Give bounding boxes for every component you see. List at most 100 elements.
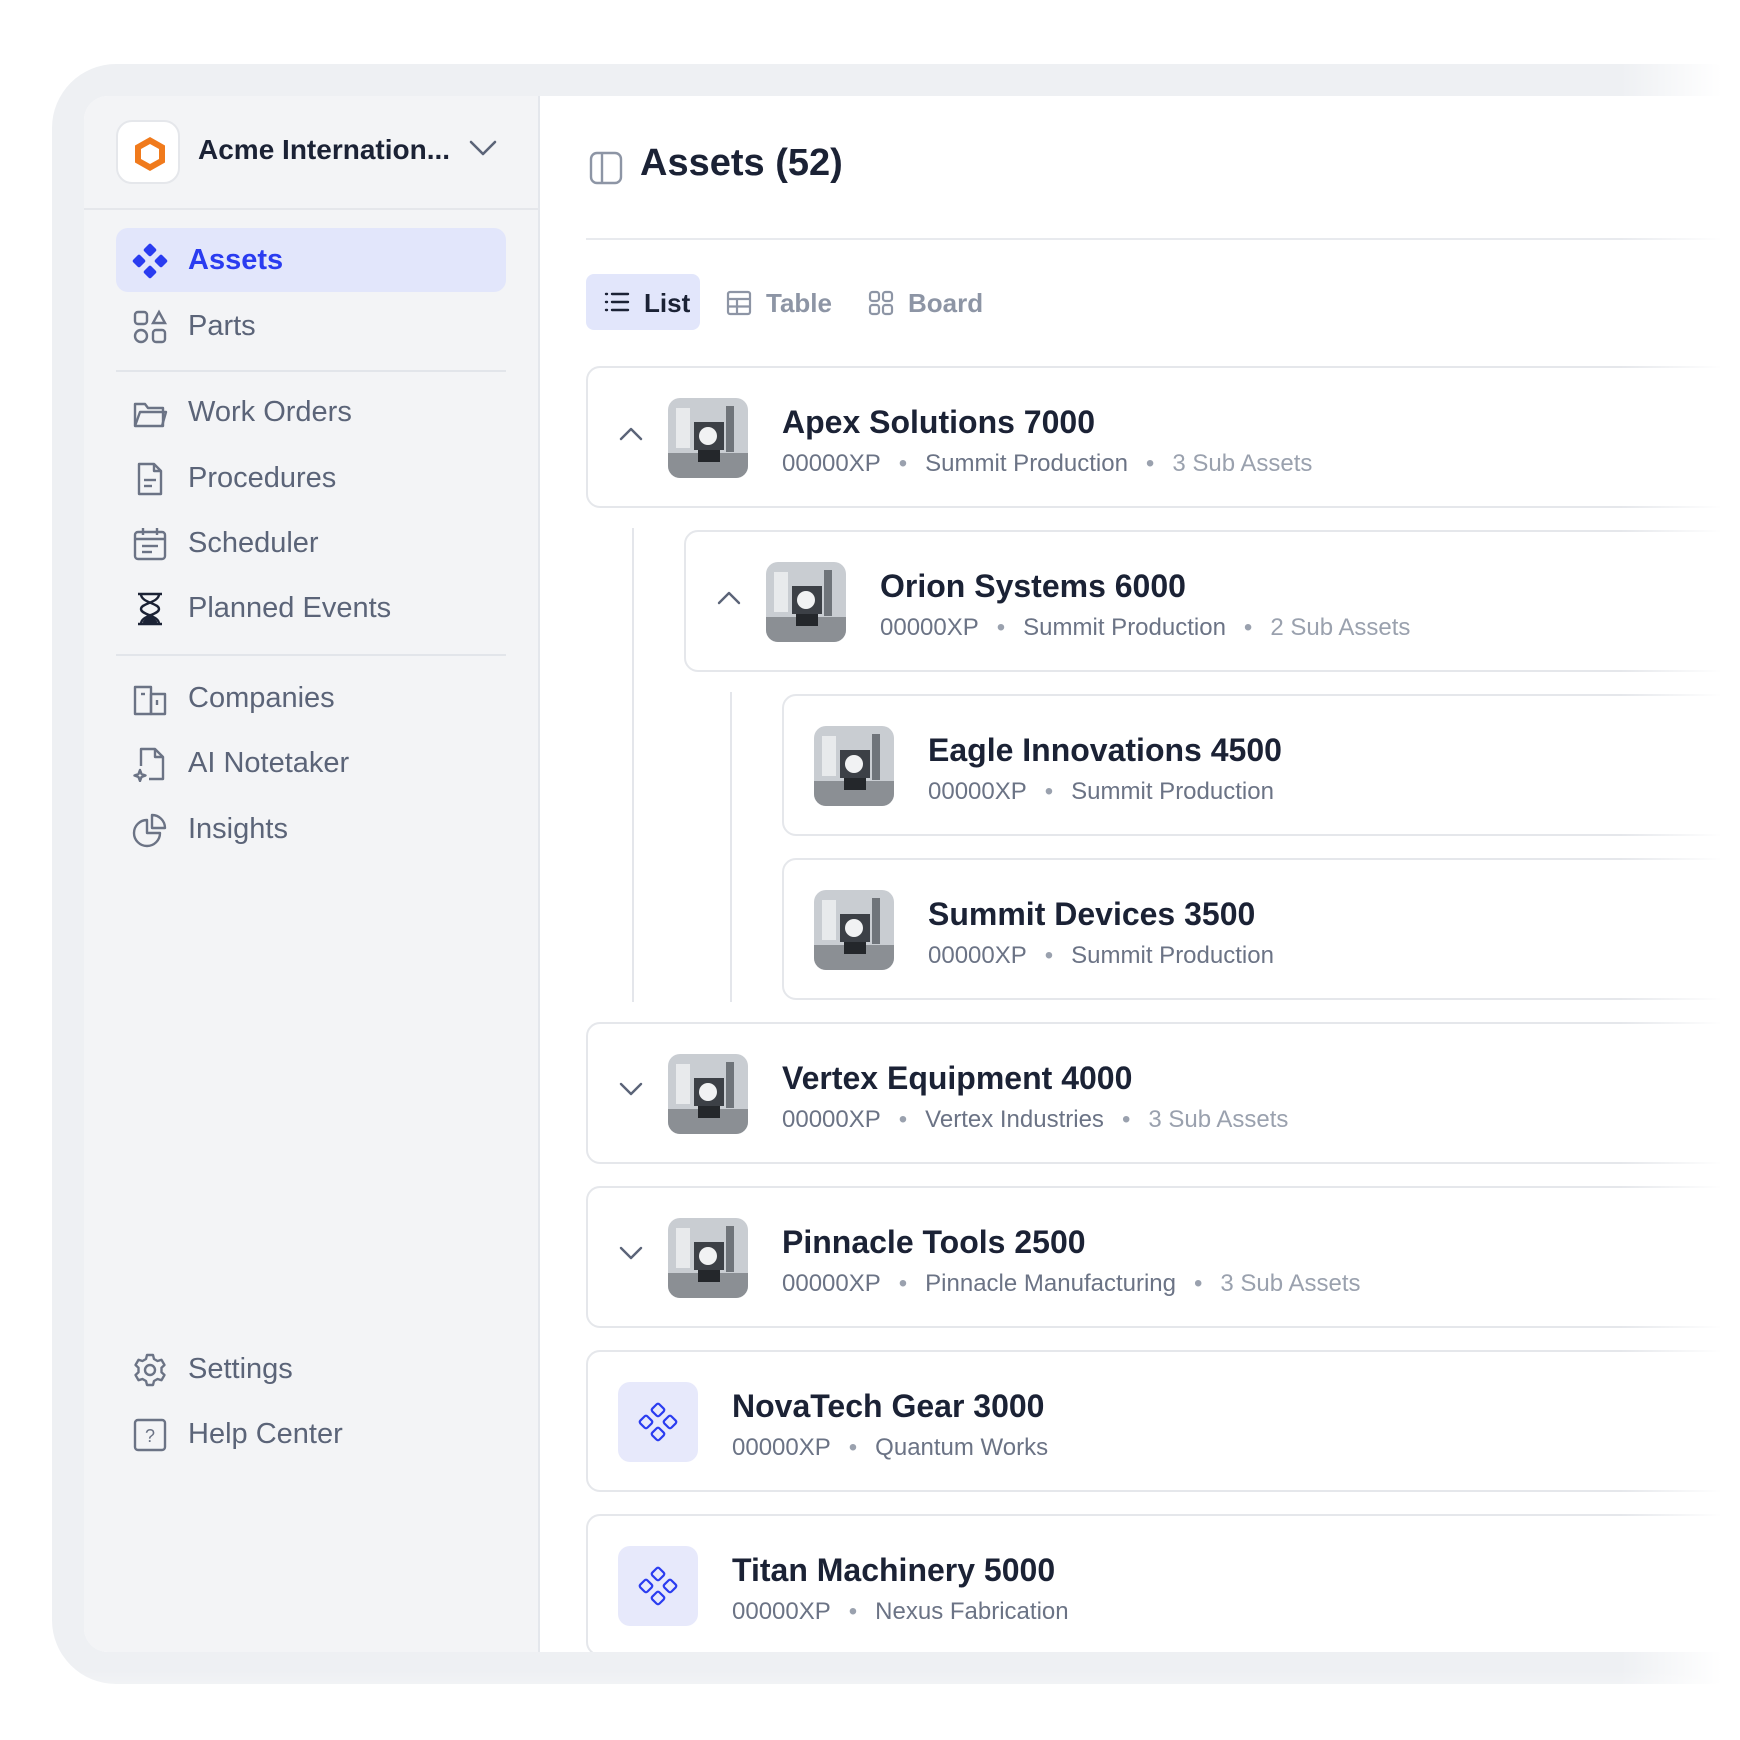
- asset-thumbnail: [766, 562, 846, 642]
- hourglass-icon: [138, 592, 162, 626]
- main-content: Assets (52) List Table Board Apex Soluti…: [540, 96, 1740, 1652]
- divider: [116, 370, 506, 372]
- asset-name[interactable]: Apex Solutions 7000: [782, 404, 1095, 441]
- separator: •: [1044, 942, 1054, 969]
- asset-row[interactable]: Eagle Innovations 4500 00000XP • Summit Pr…: [782, 694, 1740, 836]
- asset-row[interactable]: NovaTech Gear 3000 00000XP • Quantum Works: [586, 1350, 1740, 1492]
- asset-name[interactable]: Eagle Innovations 4500: [928, 732, 1282, 769]
- asset-meta: 00000XP • Quantum Works: [732, 1434, 1048, 1462]
- asset-meta: 00000XP • Summit Production: [928, 942, 1274, 970]
- board-icon: [868, 290, 894, 316]
- asset-code: 00000XP: [782, 450, 881, 477]
- asset-thumbnail: [814, 890, 894, 970]
- list-icon: [604, 292, 630, 312]
- sidebar-item-procedures[interactable]: Procedures: [116, 446, 506, 510]
- asset-row[interactable]: Summit Devices 3500 00000XP • Summit Produ…: [782, 858, 1740, 1000]
- sidebar-item-work-orders[interactable]: Work Orders: [116, 380, 506, 444]
- asset-row[interactable]: Vertex Equipment 4000 00000XP • Vertex Ind…: [586, 1022, 1740, 1164]
- asset-name[interactable]: Pinnacle Tools 2500: [782, 1224, 1086, 1261]
- separator: •: [898, 450, 908, 477]
- separator: •: [898, 1270, 908, 1297]
- gear-icon: [134, 1353, 166, 1387]
- folder-icon: [133, 402, 168, 428]
- chevron-down-icon[interactable]: [618, 1244, 644, 1262]
- separator: •: [1243, 614, 1253, 641]
- asset-name[interactable]: Orion Systems 6000: [880, 568, 1186, 605]
- sidebar-item-label: Scheduler: [188, 527, 319, 559]
- assets-icon: [638, 1402, 678, 1442]
- sidebar-item-assets[interactable]: Assets: [116, 228, 506, 292]
- asset-row[interactable]: Orion Systems 6000 00000XP • Summit Produc…: [684, 530, 1740, 672]
- sidebar-item-help-center[interactable]: ? Help Center: [116, 1402, 506, 1466]
- sidebar-item-label: Parts: [188, 310, 256, 342]
- tab-label: List: [644, 288, 691, 318]
- asset-placeholder: [618, 1546, 698, 1626]
- asset-name[interactable]: Vertex Equipment 4000: [782, 1060, 1132, 1097]
- asset-name[interactable]: Titan Machinery 5000: [732, 1552, 1055, 1589]
- sidebar-item-label: Settings: [188, 1353, 293, 1385]
- chevron-down-icon: [469, 140, 497, 156]
- asset-row[interactable]: Pinnacle Tools 2500 00000XP • Pinnacle Man…: [586, 1186, 1740, 1328]
- sidebar-item-parts[interactable]: Parts: [116, 294, 506, 358]
- sidebar-item-label: Help Center: [188, 1418, 343, 1450]
- asset-location: Summit Production: [925, 450, 1128, 477]
- asset-name[interactable]: NovaTech Gear 3000: [732, 1388, 1044, 1425]
- sidebar-item-label: Assets: [188, 244, 284, 276]
- workspace-switcher[interactable]: Acme Internation...: [84, 96, 538, 210]
- parts-icon: [133, 309, 168, 344]
- sub-assets-count: 3 Sub Assets: [1172, 450, 1313, 477]
- sidebar-item-insights[interactable]: Insights: [116, 797, 506, 861]
- asset-location: Summit Production: [1071, 778, 1274, 805]
- tree-connector: [632, 528, 634, 1002]
- separator: •: [898, 1106, 908, 1133]
- asset-code: 00000XP: [928, 942, 1027, 969]
- separator: •: [848, 1434, 858, 1461]
- sidebar-item-ai-notetaker[interactable]: AI Notetaker: [116, 731, 506, 795]
- sidebar-toggle-icon[interactable]: [588, 150, 624, 186]
- asset-code: 00000XP: [928, 778, 1027, 805]
- sidebar-item-label: Work Orders: [188, 396, 352, 428]
- asset-code: 00000XP: [732, 1598, 831, 1625]
- separator: •: [1121, 1106, 1131, 1133]
- building-icon: [133, 685, 167, 716]
- sidebar-item-label: Planned Events: [188, 592, 392, 624]
- assets-icon: [638, 1566, 678, 1606]
- separator: •: [996, 614, 1006, 641]
- page-title: Assets (52): [640, 142, 843, 184]
- tab-label: Board: [908, 288, 984, 318]
- separator: •: [848, 1598, 858, 1625]
- asset-thumbnail: [668, 1054, 748, 1134]
- chevron-up-icon[interactable]: [716, 588, 742, 606]
- asset-location: Nexus Fabrication: [875, 1598, 1069, 1625]
- asset-location: Summit Production: [1071, 942, 1274, 969]
- asset-row[interactable]: Titan Machinery 5000 00000XP • Nexus Fabri…: [586, 1514, 1740, 1652]
- sidebar-item-settings[interactable]: Settings: [116, 1337, 506, 1401]
- asset-meta: 00000XP • Vertex Industries • 3 Sub Assets: [782, 1106, 1288, 1134]
- sidebar-item-planned-events[interactable]: Planned Events: [116, 576, 506, 640]
- asset-thumbnail: [814, 726, 894, 806]
- asset-location: Summit Production: [1023, 614, 1226, 641]
- separator: •: [1145, 450, 1155, 477]
- help-icon: ?: [133, 1418, 167, 1452]
- chevron-up-icon[interactable]: [618, 424, 644, 442]
- tab-table[interactable]: Table: [708, 274, 832, 330]
- asset-row[interactable]: Apex Solutions 7000 00000XP • Summit Produ…: [586, 366, 1740, 508]
- tab-board[interactable]: Board: [850, 274, 984, 330]
- asset-placeholder: [618, 1382, 698, 1462]
- sub-assets-count: 3 Sub Assets: [1148, 1106, 1289, 1133]
- sidebar-item-companies[interactable]: Companies: [116, 666, 506, 730]
- asset-meta: 00000XP • Nexus Fabrication: [732, 1598, 1069, 1626]
- document-icon: [137, 462, 163, 496]
- tab-list[interactable]: List: [586, 274, 700, 330]
- chevron-down-icon[interactable]: [618, 1080, 644, 1098]
- asset-location: Vertex Industries: [925, 1106, 1104, 1133]
- sub-assets-count: 3 Sub Assets: [1220, 1270, 1361, 1297]
- asset-location: Quantum Works: [875, 1434, 1049, 1461]
- workspace-logo: [116, 120, 180, 184]
- sidebar-item-scheduler[interactable]: Scheduler: [116, 511, 506, 575]
- asset-meta: 00000XP • Pinnacle Manufacturing • 3 Sub Ass…: [782, 1270, 1361, 1298]
- svg-text:?: ?: [145, 1426, 155, 1446]
- asset-name[interactable]: Summit Devices 3500: [928, 896, 1255, 933]
- asset-code: 00000XP: [782, 1270, 881, 1297]
- asset-meta: 00000XP • Summit Production • 3 Sub Assets: [782, 450, 1312, 478]
